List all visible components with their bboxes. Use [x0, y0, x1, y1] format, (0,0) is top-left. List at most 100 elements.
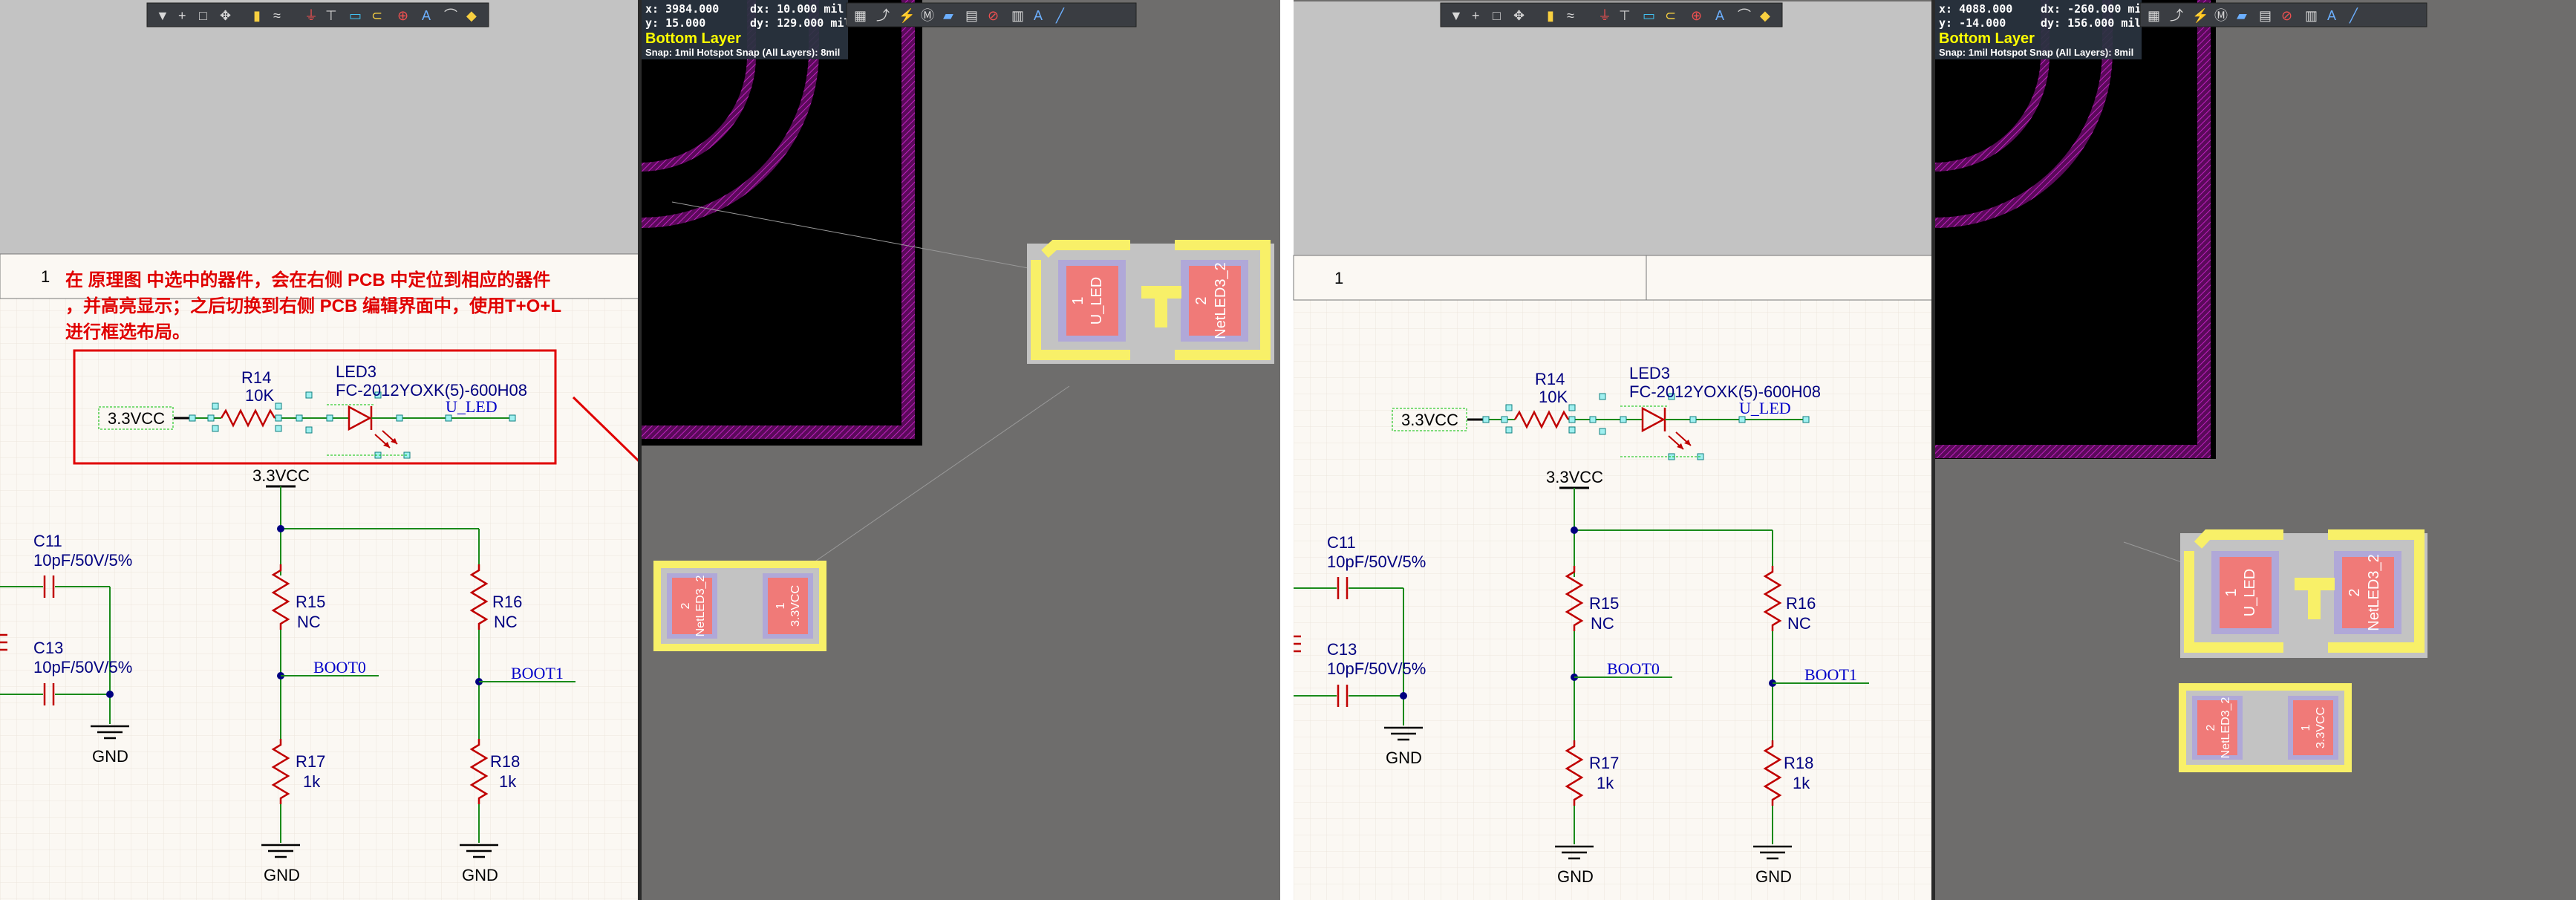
pad-net-name: 3.3VCC	[2315, 707, 2327, 749]
hud-dy: dy: 156.000 mil	[2041, 16, 2141, 30]
route-icon[interactable]: ⤴	[876, 8, 890, 23]
title-block-number: 1	[1334, 269, 1343, 287]
c13-designator: C13	[1327, 640, 1357, 659]
pad-icon[interactable]: ▰	[2237, 8, 2247, 23]
hud-layer: Bottom Layer	[1939, 30, 2035, 47]
filter-icon[interactable]: ▼	[1450, 8, 1463, 23]
no-erc-icon[interactable]: ⊕	[397, 8, 408, 23]
component-icon[interactable]: ▮	[253, 8, 261, 23]
pad-net-name: U_LED	[1089, 277, 1105, 325]
left-pcb-toolbar[interactable]: ▦ ⤴ ⚡ Ⓜ ▰ ▤ ⊘ ▥ A ╱	[846, 2, 1137, 27]
pad-net-name: NetLED3_2	[2220, 697, 2232, 759]
pad-number: 2	[2347, 588, 2363, 596]
chart-icon[interactable]: ▦	[854, 8, 867, 23]
screenshot-root: 1 ▼ + □ ✥ ▮ ≈ ⏚ ⊤ ▭ ⊂ ⊕ A ⌒ ◆ 3.3VCC R14…	[0, 0, 2576, 900]
pad-number: 1	[2223, 588, 2240, 596]
text-icon[interactable]: A	[1715, 8, 1724, 23]
no-erc-icon[interactable]: ⊕	[1691, 8, 1702, 23]
line-icon[interactable]: ╱	[1055, 7, 1065, 24]
panel-splitter[interactable]	[638, 0, 642, 900]
right-pcb-toolbar[interactable]: ▦ ⤴ ⚡ Ⓜ ▰ ▤ ⊘ ▥ A ╱	[2139, 2, 2427, 27]
right-schematic-toolbar[interactable]: ▼ + □ ✥ ▮ ≈ ⏚ ⊤ ▭ ⊂ ⊕ A ⌒ ◆	[1440, 2, 1783, 27]
pad-net-name: 3.3VCC	[789, 585, 802, 627]
interactive-icon[interactable]: ⚡	[2192, 7, 2208, 24]
r15-value: NC	[1591, 614, 1614, 633]
panel-splitter[interactable]	[1931, 0, 1935, 900]
hud-y: y: -14.000	[1939, 16, 2006, 30]
hud-dx: dx: 10.000 mil	[750, 2, 844, 16]
power-icon[interactable]: ⊤	[1619, 8, 1631, 23]
fill-icon[interactable]: ▤	[965, 8, 978, 23]
keepout-icon[interactable]: ⊘	[988, 8, 999, 23]
r14-designator: R14	[1535, 370, 1565, 388]
hud-dx: dx: -260.000 mil	[2041, 2, 2148, 16]
route-icon[interactable]: ⤴	[2170, 8, 2183, 23]
right-schematic-panel[interactable]: 1 3.3VCC R14 10K LED3 FC-2012YOXK(5)-600…	[1292, 1, 1933, 900]
pad-number: 1	[2300, 724, 2312, 731]
text-icon[interactable]: A	[2327, 8, 2336, 23]
rect-select-icon[interactable]: □	[1493, 8, 1501, 23]
left-pcb-panel[interactable]: 1 U_LED 2 NetLED3_2 2 NetLED3_2 1 3.3VCC…	[641, 0, 1280, 900]
pcb-footprint-led3[interactable]: 1 U_LED 2 NetLED3_2	[2180, 529, 2427, 658]
via-icon[interactable]: Ⓜ	[921, 8, 934, 23]
arc-icon[interactable]: ⌒	[1738, 8, 1751, 23]
right-pcb-panel[interactable]: 1 U_LED 2 NetLED3_2 2 NetLED3_2 1 3.3VCC…	[1934, 0, 2576, 900]
hud-dy: dy: 129.000 mil	[750, 16, 850, 30]
text-icon[interactable]: A	[422, 8, 431, 23]
add-icon[interactable]: +	[1472, 8, 1480, 23]
r18-designator: R18	[1784, 754, 1813, 772]
net-label-icon[interactable]: ▭	[1643, 8, 1655, 23]
pcb-footprint-r14[interactable]: 2 NetLED3_2 1 3.3VCC	[653, 561, 826, 651]
net-label-icon[interactable]: ▭	[349, 8, 362, 23]
gnd-label: GND	[462, 866, 498, 884]
gnd-icon[interactable]: ⏚	[1598, 8, 1611, 23]
net-label-boot0: BOOT0	[313, 658, 366, 676]
fill-icon[interactable]: ▤	[2259, 8, 2272, 23]
hud-layer: Bottom Layer	[645, 30, 741, 47]
power-icon[interactable]: ⊤	[325, 8, 337, 23]
pcb-footprint-led3[interactable]: 1 U_LED 2 NetLED3_2	[1027, 240, 1274, 364]
r17-value: 1k	[1597, 774, 1614, 792]
r16-value: NC	[1787, 614, 1811, 633]
text-icon[interactable]: A	[1034, 8, 1043, 23]
flag-icon[interactable]: ◆	[1760, 8, 1770, 23]
arc-icon[interactable]: ⌒	[444, 8, 457, 23]
workspace-canvas: 1 ▼ + □ ✥ ▮ ≈ ⏚ ⊤ ▭ ⊂ ⊕ A ⌒ ◆ 3.3VCC R14…	[0, 0, 2576, 900]
pcb-footprint-r14[interactable]: 2 NetLED3_2 1 3.3VCC	[2179, 683, 2352, 772]
pad-number: 2	[1193, 296, 1210, 304]
vcc-power-label: 3.3VCC	[1546, 468, 1603, 486]
pad-net-name: U_LED	[2242, 569, 2258, 616]
gnd-label: GND	[1386, 749, 1422, 767]
net-label-boot1: BOOT1	[1804, 665, 1857, 684]
pad-icon[interactable]: ▰	[943, 8, 953, 23]
gnd-icon[interactable]: ⏚	[304, 8, 318, 23]
chart2-icon[interactable]: ▥	[2305, 8, 2318, 23]
wire-icon[interactable]: ≈	[1567, 8, 1574, 23]
keepout-icon[interactable]: ⊘	[2281, 8, 2292, 23]
move-icon[interactable]: ✥	[220, 8, 231, 23]
coordinate-hud: x: 3984.000 dx: 10.000 mil y: 15.000 dy:…	[642, 0, 850, 59]
port-icon[interactable]: ⊂	[1665, 8, 1676, 23]
net-label-boot1: BOOT1	[511, 664, 564, 682]
chart-icon[interactable]: ▦	[2148, 8, 2160, 23]
interactive-icon[interactable]: ⚡	[899, 7, 915, 24]
annotation-line-2: ，并高亮显示；之后切换到右侧 PCB 编辑界面中，使用T+O+L	[65, 296, 561, 316]
via-icon[interactable]: Ⓜ	[2214, 8, 2228, 23]
c13-designator: C13	[33, 639, 63, 657]
gnd-label: GND	[92, 747, 128, 766]
left-schematic-toolbar[interactable]: ▼ + □ ✥ ▮ ≈ ⏚ ⊤ ▭ ⊂ ⊕ A ⌒ ◆	[146, 2, 489, 27]
r18-value: 1k	[1793, 774, 1810, 792]
pad-number: 2	[2205, 724, 2217, 731]
wire-icon[interactable]: ≈	[273, 8, 281, 23]
chart2-icon[interactable]: ▥	[1011, 8, 1024, 23]
add-icon[interactable]: +	[178, 8, 186, 23]
r16-designator: R16	[492, 593, 522, 611]
r15-designator: R15	[1589, 594, 1619, 613]
rect-select-icon[interactable]: □	[199, 8, 207, 23]
flag-icon[interactable]: ◆	[466, 8, 477, 23]
filter-icon[interactable]: ▼	[156, 8, 169, 23]
move-icon[interactable]: ✥	[1513, 8, 1525, 23]
port-icon[interactable]: ⊂	[371, 8, 382, 23]
line-icon[interactable]: ╱	[2349, 7, 2358, 24]
component-icon[interactable]: ▮	[1547, 8, 1554, 23]
